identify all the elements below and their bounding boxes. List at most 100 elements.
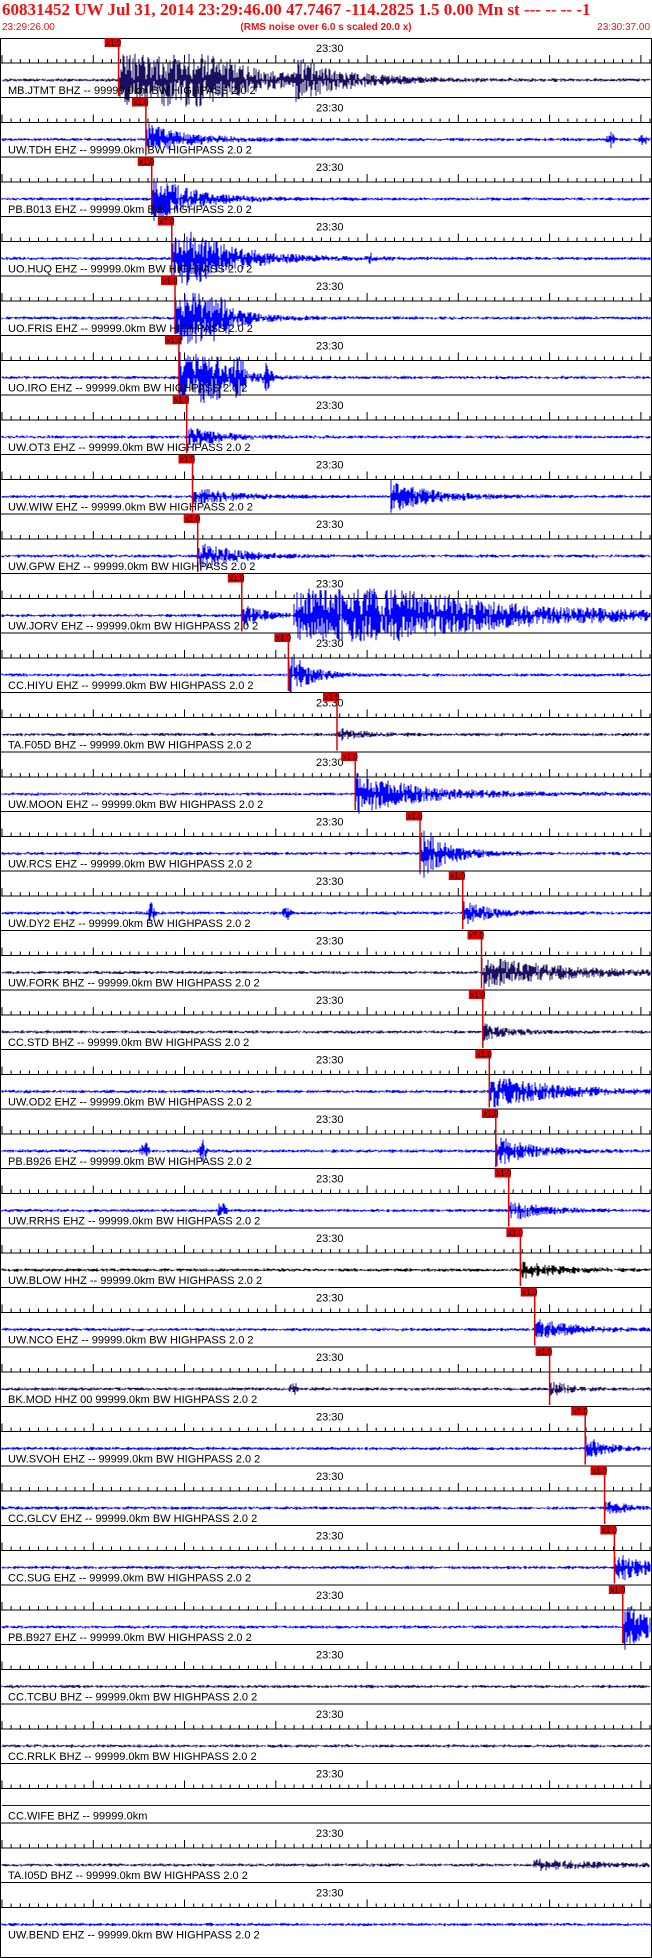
trace-8: 23:30 x1.0 UW.GPW EHZ -- 99999.0km BW HIGH… [0,513,652,573]
end-time: 23:30:37.00 [597,22,650,33]
station-label: UW.SVOH EHZ -- 99999.0km BW HIGHPASS 2.0… [8,1454,260,1466]
trace-14: 23:30 x1.0 UW.DY2 EHZ -- 99999.0km BW HIGH… [0,870,652,930]
pick-label: x1.0 [276,634,292,643]
trace-6: 23:30 x1.0 UW.OT3 EHZ -- 99999.0km BW HIGH… [0,394,652,454]
time-label: 23:30 [316,341,344,353]
time-label: 23:30 [316,1769,344,1781]
waveform [1,1684,651,1689]
time-label: 23:30 [316,579,344,591]
trace-31: 23:30 UW.BEND EHZ -- 99999.0km BW HIGHPAS… [0,1882,652,1942]
pick-label: x1.0 [133,98,149,107]
trace-4: 23:30x1.0UO.FRIS EHZ -- 99999.0km BW HIG… [0,275,652,345]
trace-29: 23:30 CC.WIFE BHZ -- 99999.0km [0,1763,652,1823]
pick-label: x1.0 [163,277,179,286]
trace-12: 23:30 x1.0 UW.MOON EHZ -- 99999.0km BW HIG… [0,751,652,814]
trace-2: 23:30 x1.0 PB.B013 EHZ -- 99999.0km BW HIG… [0,156,652,221]
station-label: UW.RCS EHZ -- 99999.0km BW HIGHPASS 2.0 … [8,859,252,871]
waveform [1,588,651,642]
station-label: UW.BLOW HHZ -- 99999.0km BW HIGHPASS 2.0… [8,1275,262,1287]
pick-label: x1.0 [185,515,201,524]
pick-label: x1.0 [496,1169,512,1178]
rms-note: (RMS noise over 6.0 s scaled 20.0 x) [240,22,412,33]
trace-24: 23:30 x1.0 CC.GLCV EHZ -- 99999.0km BW HIG… [0,1465,652,1525]
station-label: CC.TCBU BHZ -- 99999.0km BW HIGHPASS 2.0… [8,1692,257,1704]
trace-3: 23:30x1.0UO.HUQ EHZ -- 99999.0km BW HIGH… [0,216,652,286]
pick-label: x1.0 [166,336,182,345]
trace-27: 23:30 CC.TCBU BHZ -- 99999.0km BW HIGHPAS… [0,1644,652,1704]
time-label: 23:30 [316,1888,344,1900]
time-label: 23:30 [316,1531,344,1543]
pick-label: x1.0 [573,1407,589,1416]
trace-19: 23:30 x1.0 UW.RRHS EHZ -- 99999.0km BW HIG… [0,1168,652,1228]
trace-7: 23:30 x1.0 UW.WIW EHZ -- 99999.0km BW HIGH… [0,454,652,514]
time-label: 23:30 [316,936,344,948]
trace-30: 23:30 TA.I05D BHZ -- 99999.0km BW HIGHPAS… [0,1822,652,1882]
station-label: PB.B927 EHZ -- 99999.0km BW HIGHPASS 2.0… [8,1632,252,1644]
time-label: 23:30 [316,43,344,55]
pick-label: x1.0 [483,1110,499,1119]
station-label: UW.WIW EHZ -- 99999.0km BW HIGHPASS 2.0 … [8,502,253,514]
time-label: 23:30 [316,103,344,115]
time-label: 23:30 [316,1055,344,1067]
trace-25: 23:30 x1.0 CC.SUG EHZ -- 99999.0km BW HIGH… [0,1525,652,1585]
trace-28: 23:30 CC.RRLK BHZ -- 99999.0km BW HIGHPAS… [0,1703,652,1763]
time-label: 23:30 [316,1471,344,1483]
time-label: 23:30 [316,1650,344,1662]
pick-label: x1.0 [408,812,424,821]
station-label: TA.F05D BHZ -- 99999.0km BW HIGHPASS 2.0… [8,740,252,752]
pick-label: x1.0 [325,693,341,702]
time-label: 23:30 [316,1233,344,1245]
trace-20: 23:30 x1.0 UW.BLOW HHZ -- 99999.0km BW HIG… [0,1227,652,1287]
pick-label: x1.0 [522,1288,538,1297]
station-label: CC.RRLK BHZ -- 99999.0km BW HIGHPASS 2.0… [8,1751,257,1763]
station-label: PB.B013 EHZ -- 99999.0km BW HIGHPASS 2.0… [8,204,252,216]
pick-label: x1.0 [450,872,466,881]
time-label: 23:30 [316,995,344,1007]
station-label: CC.WIFE BHZ -- 99999.0km [8,1811,147,1823]
time-label: 23:30 [316,162,344,174]
station-label: UW.TDH EHZ -- 99999.0km BW HIGHPASS 2.0 … [8,145,252,157]
station-label: UW.OT3 EHZ -- 99999.0km BW HIGHPASS 2.0 … [8,442,250,454]
pick-label: x1.0 [159,217,175,226]
pick-label: x1.0 [610,1586,626,1595]
station-label: PB.B926 EHZ -- 99999.0km BW HIGHPASS 2.0… [8,1156,252,1168]
pick-label: x1.0 [537,1348,553,1357]
pick-label: x1.0 [592,1467,608,1476]
station-label: UO.HUQ EHZ -- 99999.0km BW HIGHPASS 2.0 … [8,264,252,276]
station-label: BK.MOD HHZ 00 99999.0km BW HIGHPASS 2.0 … [8,1394,257,1406]
waveform [1,53,651,107]
pick-label: x1.0 [106,39,122,48]
time-label: 23:30 [316,222,344,234]
pick-label: x1.0 [602,1526,618,1535]
station-label: MB.JTMT BHZ -- 99999.0km BW HIGHPASS 2.0… [8,85,256,97]
pick-label: x1.0 [180,455,196,464]
seismogram-plot: 23:30x1.0MB.JTMT BHZ -- 99999.0km BW HIG… [0,38,652,1958]
pick-label: x1.0 [469,931,485,940]
time-label: 23:30 [316,1590,344,1602]
pick-label: x1.0 [470,991,486,1000]
station-label: CC.STD BHZ -- 99999.0km BW HIGHPASS 2.0 … [8,1037,249,1049]
time-label: 23:30 [316,757,344,769]
trace-10: 23:30 x1.0 CC.HIYU EHZ -- 99999.0km BW HIG… [0,632,652,693]
station-label: TA.I05D BHZ -- 99999.0km BW HIGHPASS 2.0… [8,1870,248,1882]
trace-22: 23:30 x1.0 BK.MOD HHZ 00 99999.0km BW HIGH… [0,1346,652,1406]
station-label: UW.NCO EHZ -- 99999.0km BW HIGHPASS 2.0 … [8,1335,254,1347]
trace-23: 23:30 x1.0 UW.SVOH EHZ -- 99999.0km BW HIG… [0,1406,652,1466]
time-label: 23:30 [316,400,344,412]
trace-9: 23:30 x1.0 UW.JORV EHZ -- 99999.0km BW HIG… [0,573,652,642]
pick-label: x1.0 [343,753,359,762]
trace-15: 23:30 x1.0 UW.FORK BHZ -- 99999.0km BW HIG… [0,930,652,990]
trace-18: 23:30 x1.0 PB.B926 EHZ -- 99999.0km BW HIG… [0,1108,652,1168]
trace-26: 23:30 x1.0 PB.B927 EHZ -- 99999.0km BW HIG… [0,1584,652,1650]
event-title: 60831452 UW Jul 31, 2014 23:29:46.00 47.… [2,0,591,19]
pick-label: x1.0 [229,574,245,583]
station-label: UW.OD2 EHZ -- 99999.0km BW HIGHPASS 2.0 … [8,1097,252,1109]
station-label: UW.DY2 EHZ -- 99999.0km BW HIGHPASS 2.0 … [8,918,250,930]
time-label: 23:30 [316,1114,344,1126]
time-label: 23:30 [316,1709,344,1721]
trace-13: 23:30 x1.0 UW.RCS EHZ -- 99999.0km BW HIGH… [0,811,652,878]
station-label: UW.GPW EHZ -- 99999.0km BW HIGHPASS 2.0 … [8,561,255,573]
waveform [1,1744,651,1748]
pick-label: x1.0 [508,1229,524,1238]
time-label: 23:30 [316,1828,344,1840]
